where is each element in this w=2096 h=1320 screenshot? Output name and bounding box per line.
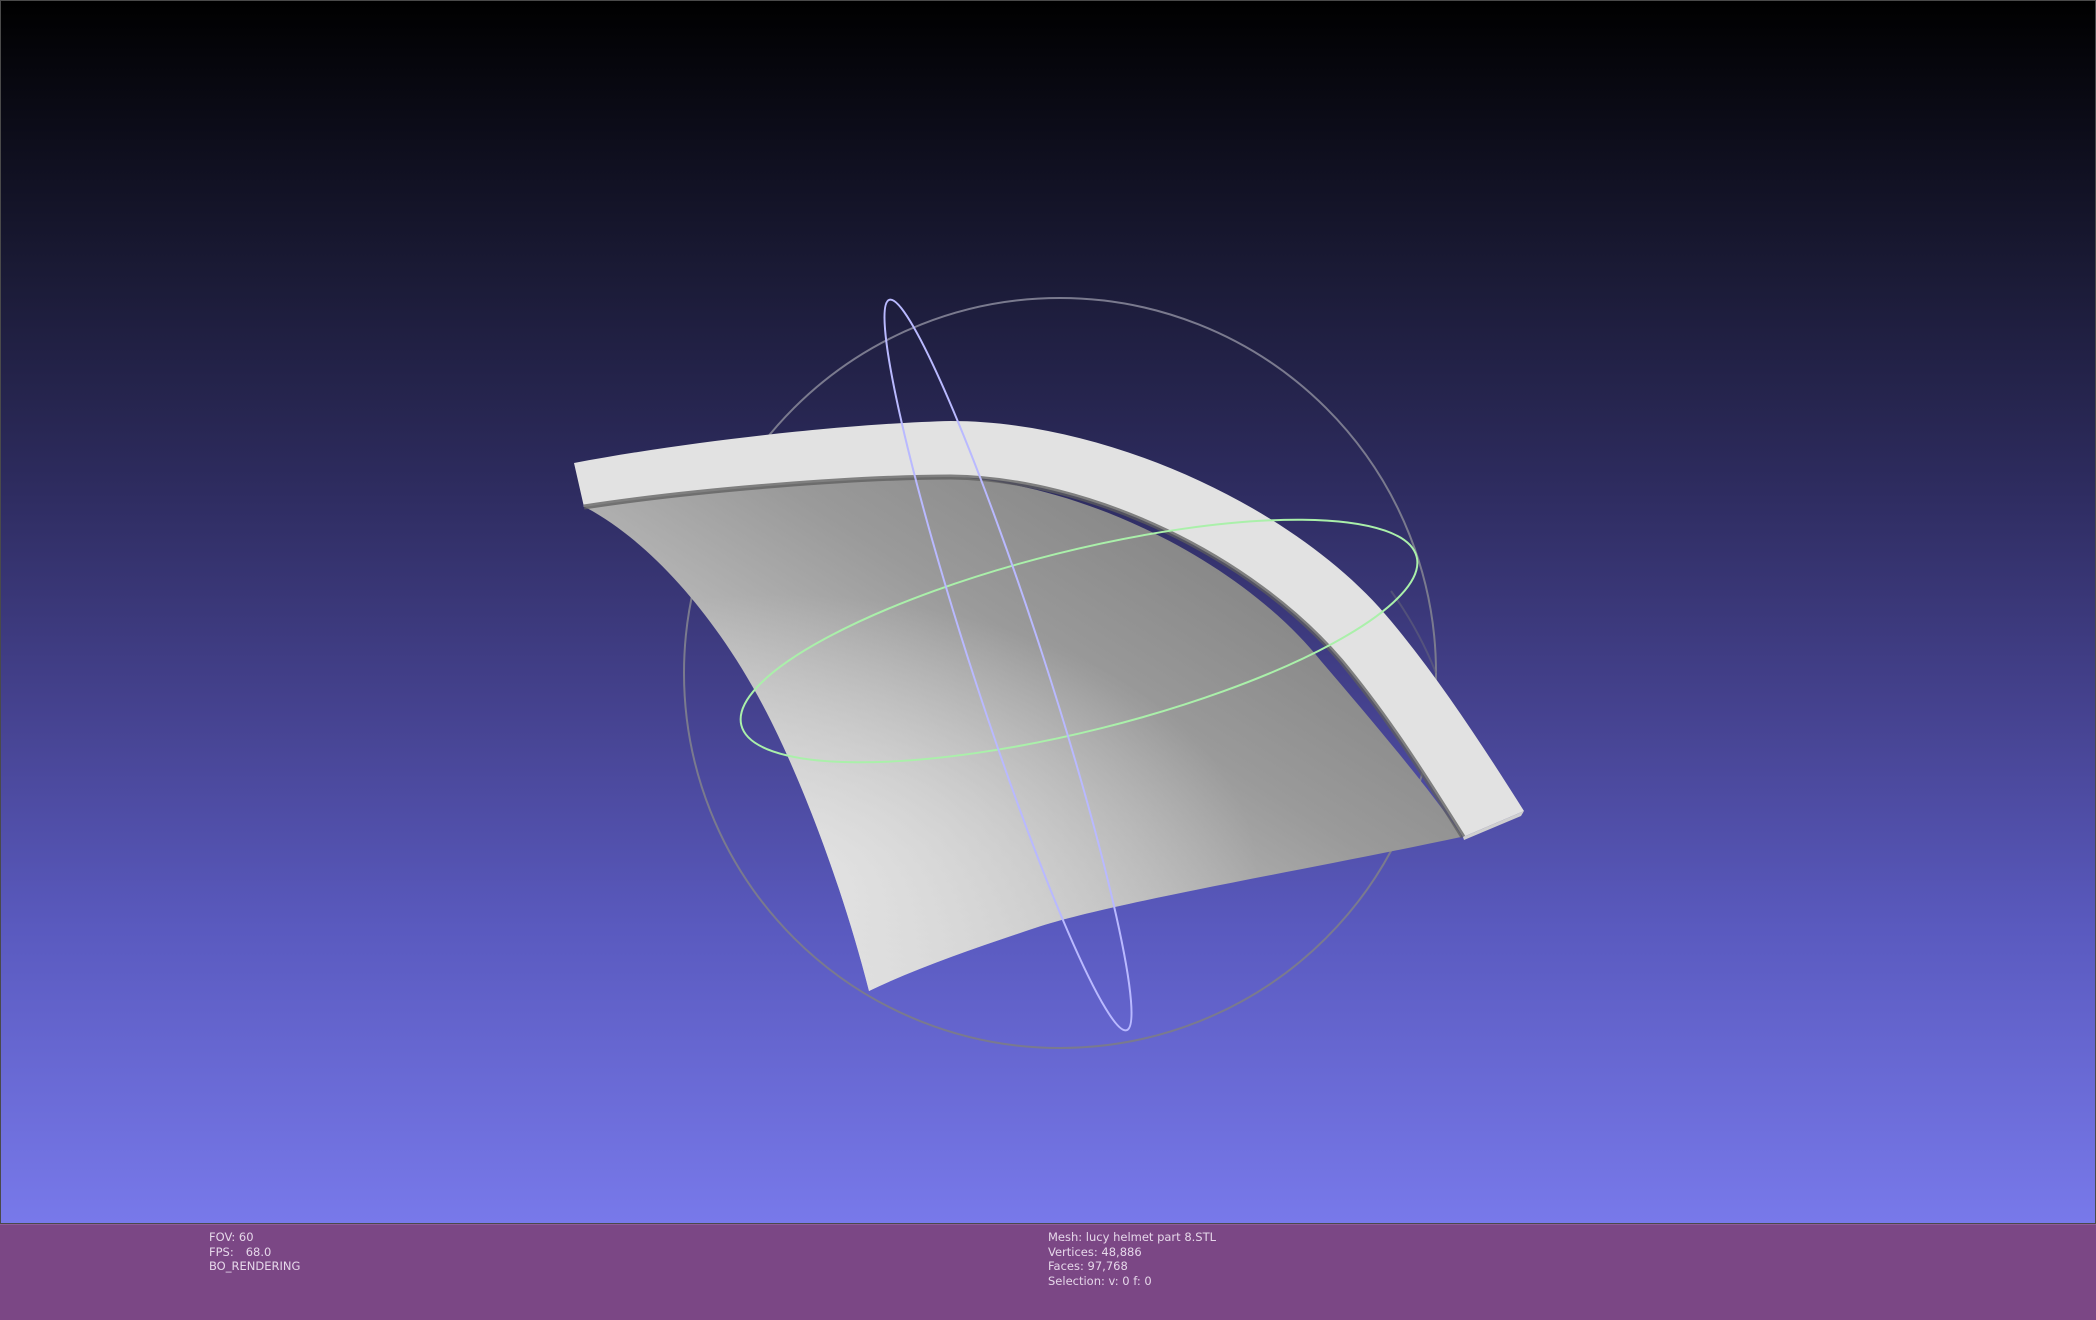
mesh-info: Mesh: lucy helmet part 8.STL Vertices: 4… xyxy=(1048,1230,1216,1288)
fps-text: FPS: 68.0 xyxy=(209,1245,300,1260)
render-info: FOV: 60 FPS: 68.0 BO_RENDERING xyxy=(209,1230,300,1274)
mesh-name-text: Mesh: lucy helmet part 8.STL xyxy=(1048,1230,1217,1244)
scene-canvas[interactable] xyxy=(1,1,2096,1224)
faces-text: Faces: 97,768 xyxy=(1048,1259,1128,1273)
3d-viewport[interactable] xyxy=(0,0,2096,1224)
fps-label: FPS: xyxy=(209,1244,234,1259)
mesh-face-highlight xyxy=(583,475,1461,992)
selection-text: Selection: v: 0 f: 0 xyxy=(1048,1273,1152,1288)
status-info-bar: FOV: 60 FPS: 68.0 BO_RENDERING Mesh: lucy… xyxy=(0,1224,2096,1320)
mesh-model[interactable] xyxy=(574,421,1524,992)
fps-value: 68.0 xyxy=(245,1244,272,1259)
vertices-text: Vertices: 48,886 xyxy=(1048,1244,1142,1259)
fov-text: FOV: 60 xyxy=(209,1230,254,1244)
render-mode-text: BO_RENDERING xyxy=(209,1259,301,1273)
